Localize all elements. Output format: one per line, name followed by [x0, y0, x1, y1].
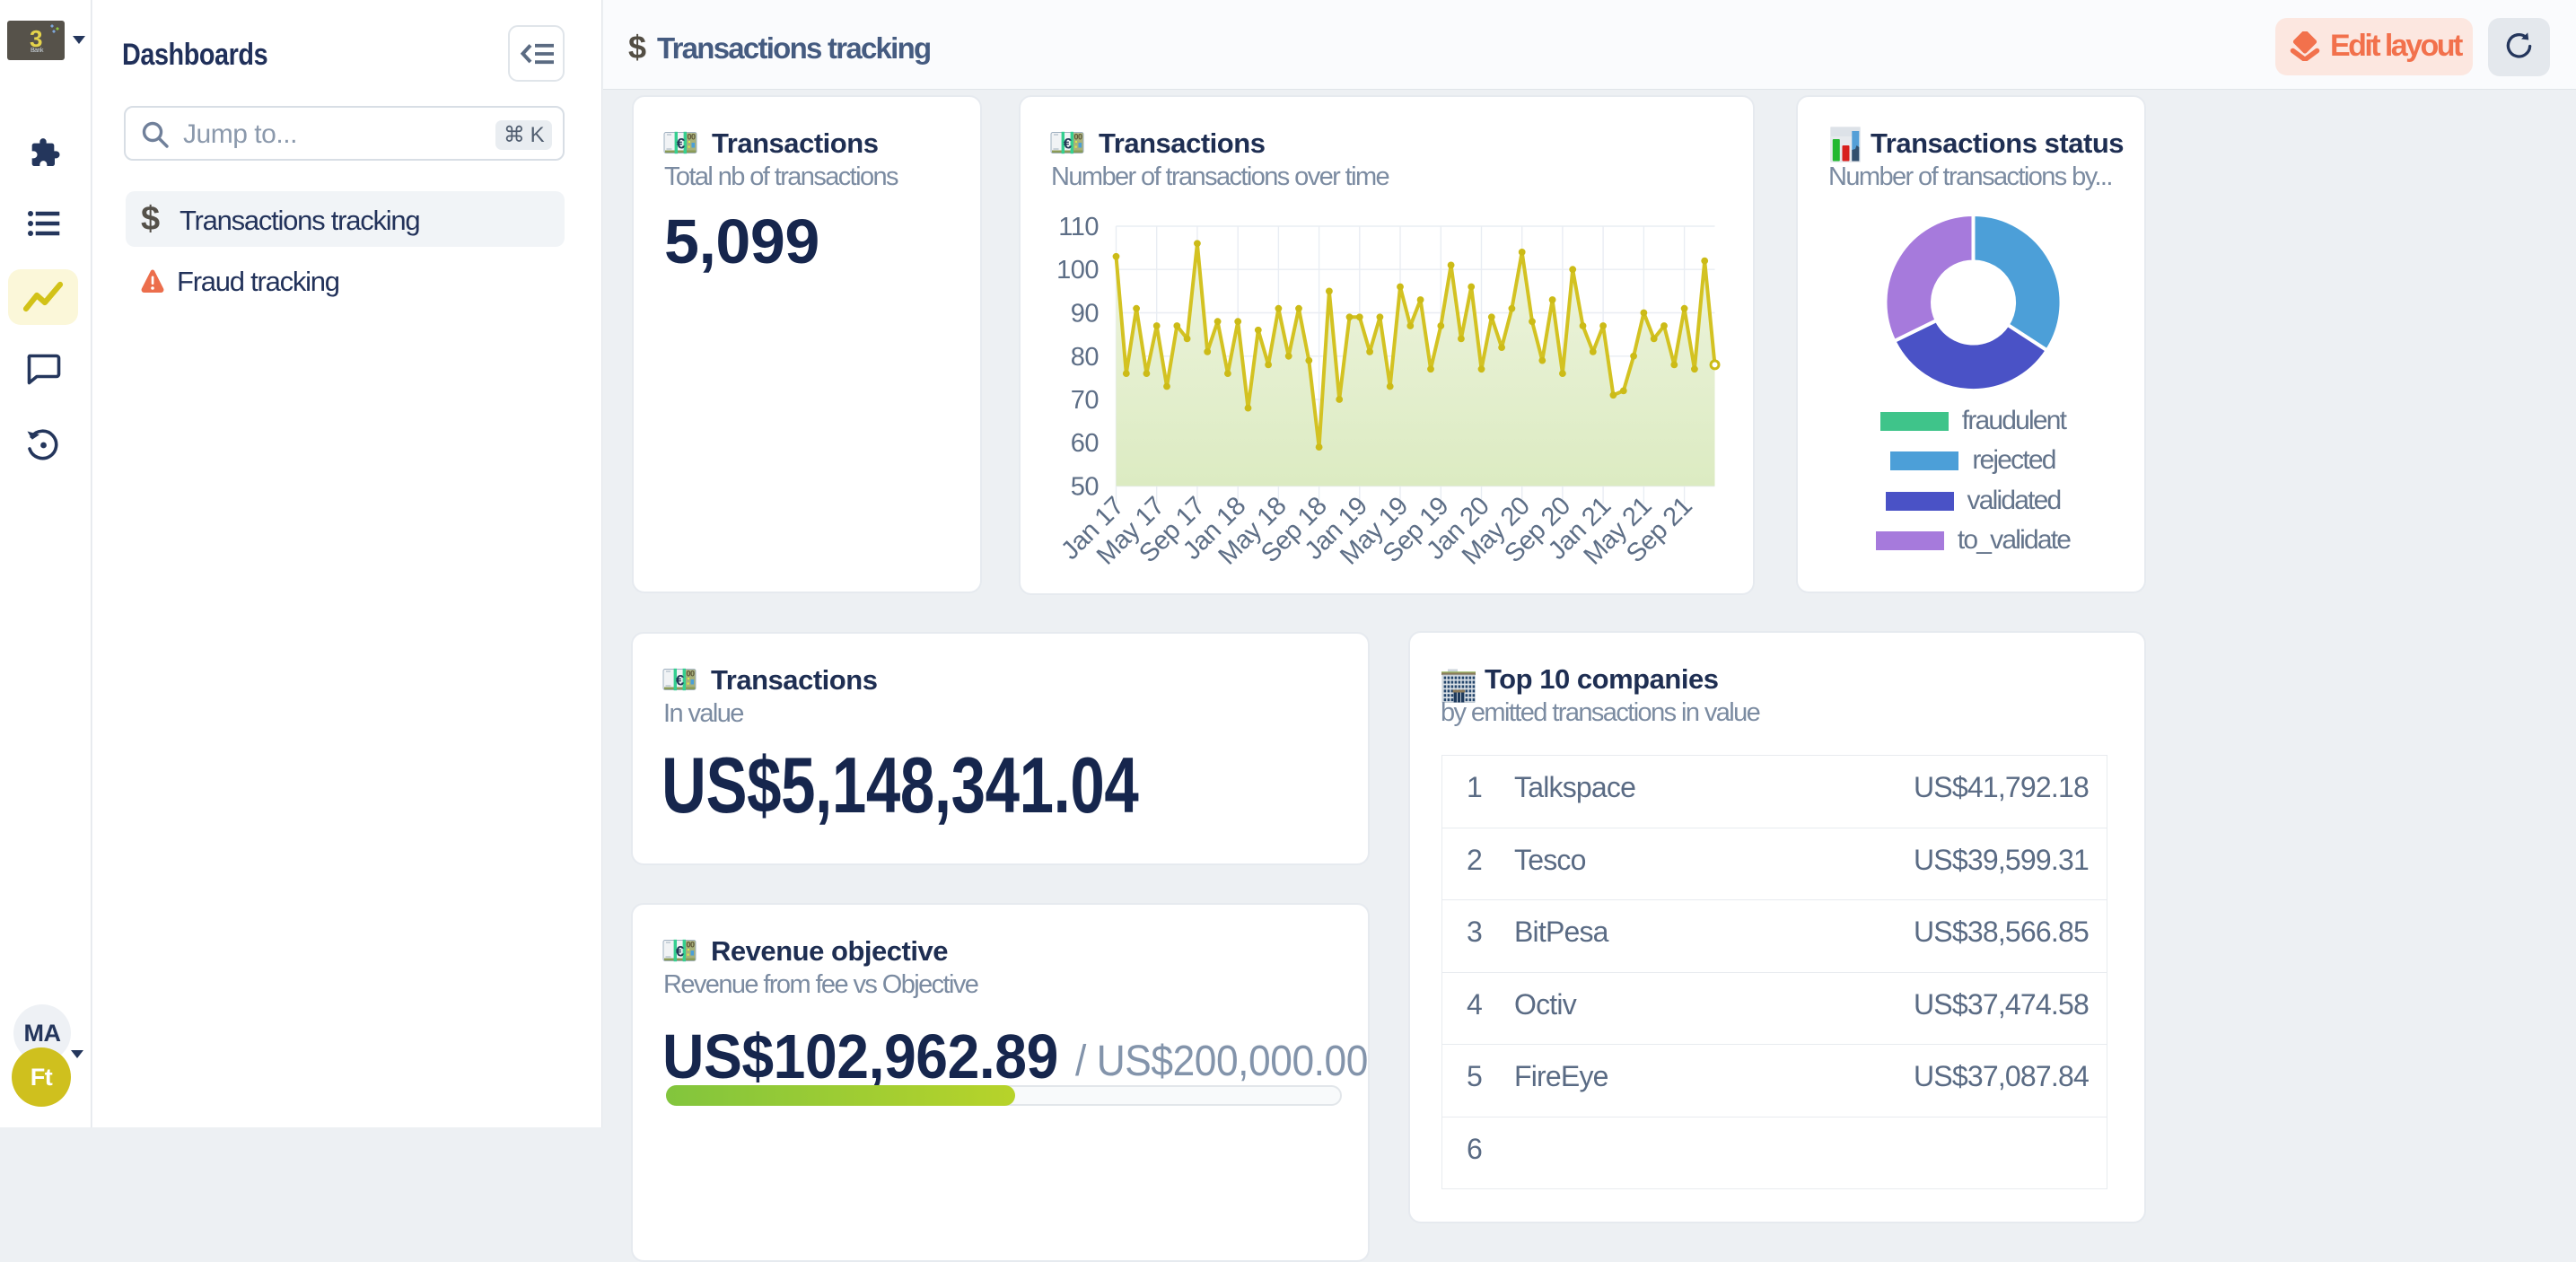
svg-text:100: 100: [1056, 256, 1099, 285]
svg-text:€: €: [676, 943, 685, 960]
svg-text:€: €: [677, 136, 686, 153]
svg-text:00: 00: [686, 941, 695, 950]
svg-text:50: 50: [1071, 473, 1099, 502]
svg-text:70: 70: [1071, 386, 1099, 415]
svg-text:60: 60: [1071, 429, 1099, 458]
svg-text:€: €: [676, 672, 685, 689]
svg-text:110: 110: [1058, 213, 1099, 241]
svg-text:00: 00: [687, 133, 696, 142]
svg-text:00: 00: [686, 670, 695, 679]
svg-text:80: 80: [1071, 343, 1099, 372]
svg-text:90: 90: [1071, 300, 1099, 329]
